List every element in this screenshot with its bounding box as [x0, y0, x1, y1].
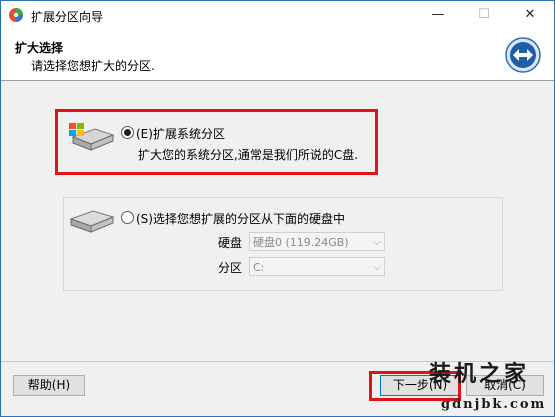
select-partition-label[interactable]: (S)选择您想扩展的分区从下面的硬盘中 — [136, 210, 345, 227]
page-title: 扩大选择 — [15, 41, 64, 55]
watermark-brand: 装机之家 — [429, 361, 530, 387]
app-icon — [9, 8, 23, 22]
page-subtitle: 请选择您想扩大的分区. — [31, 59, 155, 73]
disk-icon — [69, 210, 115, 233]
maximize-button[interactable]: ☐ — [461, 1, 507, 30]
partition-label: 分区 — [218, 261, 243, 275]
help-button[interactable]: 帮助(H) — [13, 375, 85, 396]
highlight-box-option — [55, 109, 378, 175]
disk-label: 硬盘 — [218, 236, 243, 250]
disk-select-value: 硬盘0 (119.24GB) — [253, 236, 349, 249]
expand-arrows-icon — [505, 37, 541, 73]
wizard-header: 扩大选择 请选择您想扩大的分区. — [1, 30, 554, 81]
close-button[interactable]: ✕ — [507, 1, 553, 30]
disk-select[interactable]: 硬盘0 (119.24GB) ⌵ — [249, 232, 385, 251]
title-bar: 扩展分区向导 — ☐ ✕ — [1, 1, 554, 30]
wizard-window: 扩展分区向导 — ☐ ✕ 扩大选择 请选择您想扩大的分区. (E)扩展系统分区 … — [0, 0, 555, 417]
partition-select[interactable]: C: ⌵ — [249, 257, 385, 276]
partition-select-value: C: — [253, 261, 265, 274]
watermark-url: gdnjbk.com — [441, 397, 547, 412]
minimize-button[interactable]: — — [415, 1, 461, 30]
chevron-down-icon: ⌵ — [373, 262, 381, 273]
select-partition-radio[interactable] — [121, 211, 134, 224]
chevron-down-icon: ⌵ — [373, 237, 381, 248]
window-title: 扩展分区向导 — [31, 10, 104, 24]
